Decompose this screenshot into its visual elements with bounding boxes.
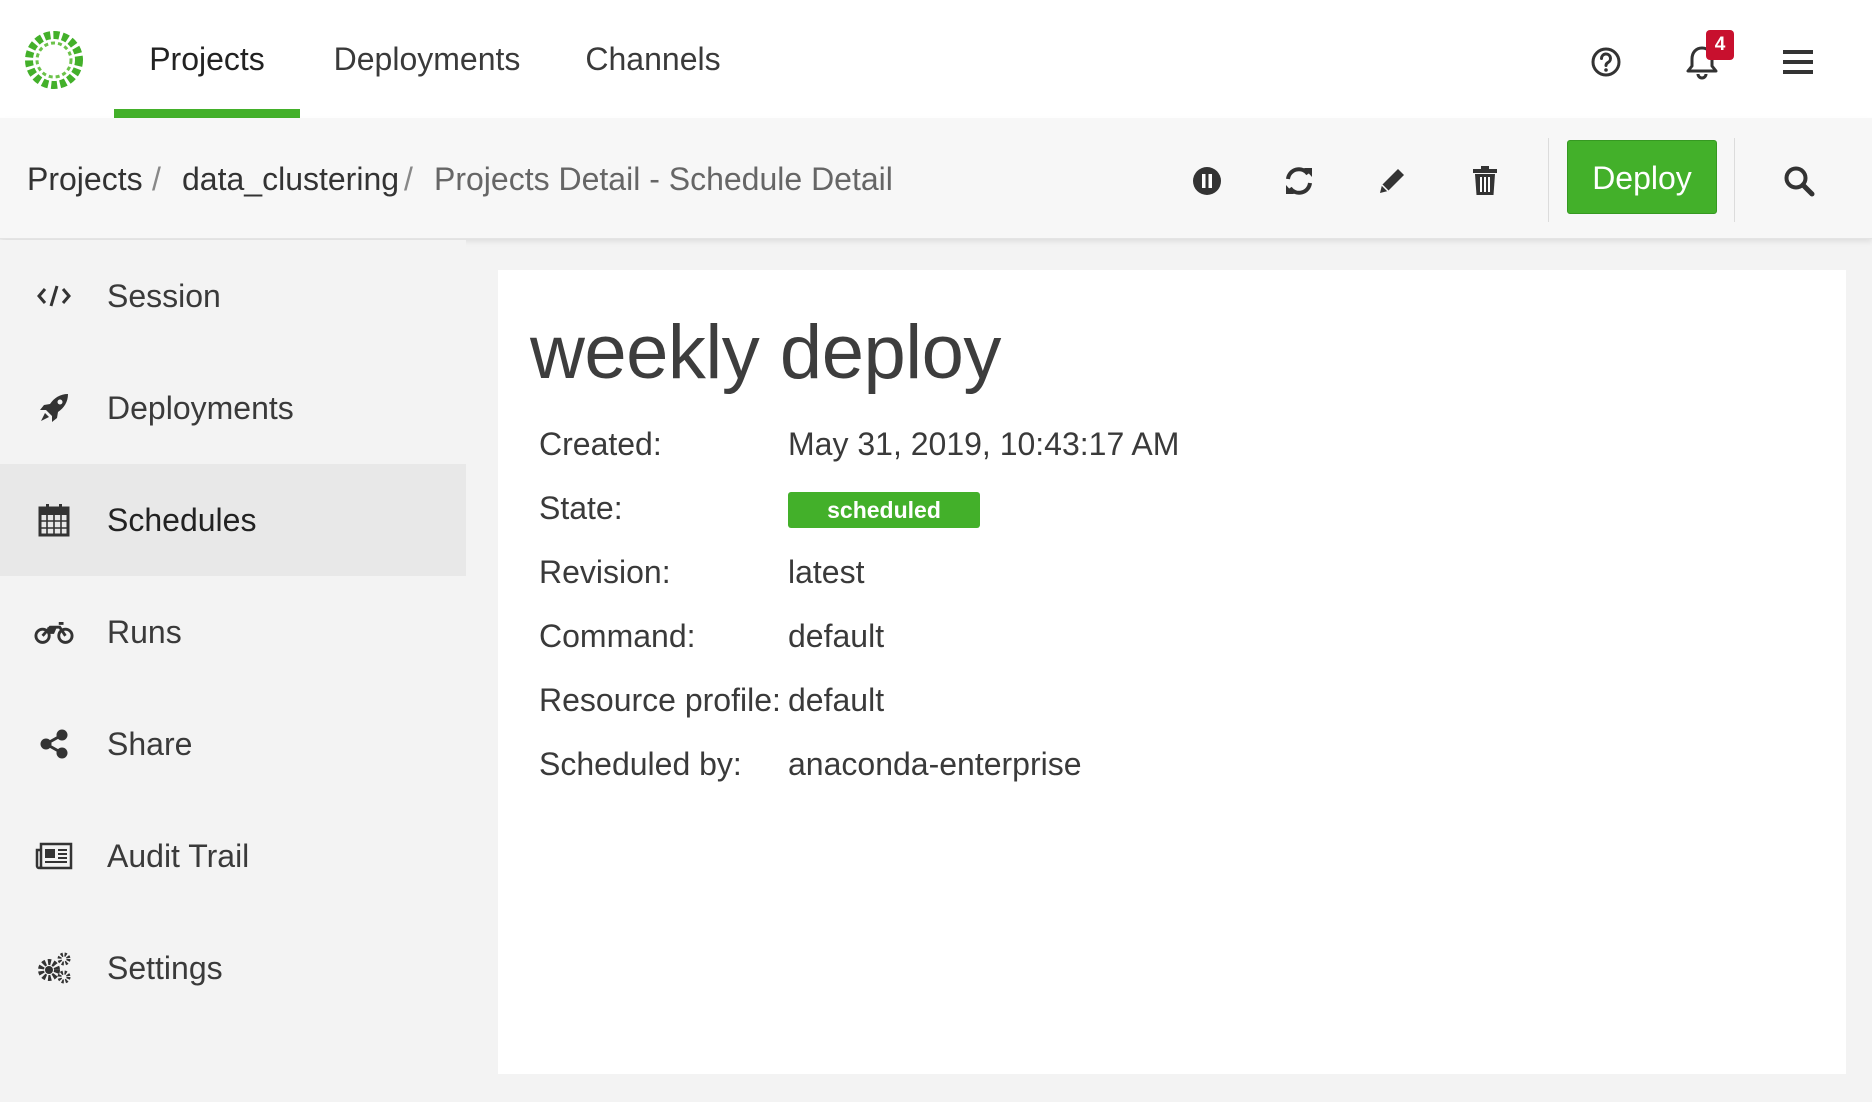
newspaper-icon bbox=[34, 836, 74, 876]
top-navbar: Projects Deployments Channels 4 bbox=[0, 0, 1872, 118]
edit-icon[interactable] bbox=[1369, 158, 1415, 204]
breadcrumb-current: Projects Detail - Schedule Detail bbox=[434, 161, 893, 197]
revision-label: Revision: bbox=[539, 554, 671, 590]
calendar-icon bbox=[34, 500, 74, 540]
sidebar-item-settings[interactable]: Settings bbox=[0, 912, 466, 1024]
resource-profile-value: default bbox=[788, 682, 885, 718]
hamburger-menu-icon[interactable] bbox=[1776, 40, 1820, 84]
trash-icon[interactable] bbox=[1462, 158, 1508, 204]
sidebar-item-audit-trail[interactable]: Audit Trail bbox=[0, 800, 466, 912]
nav-tab-channels[interactable]: Channels bbox=[580, 0, 726, 118]
sidebar-item-label: Settings bbox=[107, 950, 223, 986]
nav-tab-projects[interactable]: Projects bbox=[114, 0, 300, 118]
deploy-button[interactable]: Deploy bbox=[1567, 140, 1717, 214]
notification-badge: 4 bbox=[1706, 30, 1734, 60]
search-icon[interactable] bbox=[1776, 158, 1822, 204]
help-icon[interactable] bbox=[1584, 40, 1628, 84]
scheduled-by-label: Scheduled by: bbox=[539, 746, 742, 782]
sidebar-item-share[interactable]: Share bbox=[0, 688, 466, 800]
code-icon bbox=[34, 276, 74, 316]
command-value: default bbox=[788, 618, 885, 654]
rocket-icon bbox=[34, 388, 74, 428]
state-label: State: bbox=[539, 490, 623, 526]
share-icon bbox=[34, 724, 74, 764]
schedule-title: weekly deploy bbox=[530, 310, 1001, 395]
sidebar-item-label: Schedules bbox=[107, 502, 257, 538]
revision-value: latest bbox=[788, 554, 865, 590]
state-badge: scheduled bbox=[788, 492, 980, 528]
pause-icon[interactable] bbox=[1184, 158, 1230, 204]
breadcrumb-bar: Projects / data_clustering / Projects De… bbox=[0, 118, 1872, 239]
motorcycle-icon bbox=[34, 612, 74, 652]
created-value: May 31, 2019, 10:43:17 AM bbox=[788, 426, 1180, 462]
sidebar-item-label: Runs bbox=[107, 614, 182, 650]
resource-profile-label: Resource profile: bbox=[539, 682, 781, 718]
toolbar-divider bbox=[1734, 138, 1735, 222]
sidebar-item-label: Session bbox=[107, 278, 221, 314]
sidebar-item-label: Audit Trail bbox=[107, 838, 250, 874]
gears-icon bbox=[34, 948, 74, 988]
command-label: Command: bbox=[539, 618, 696, 654]
toolbar-divider bbox=[1548, 138, 1549, 222]
sidebar-item-deployments[interactable]: Deployments bbox=[0, 352, 466, 464]
sidebar-item-label: Share bbox=[107, 726, 193, 762]
sidebar-item-runs[interactable]: Runs bbox=[0, 576, 466, 688]
breadcrumb-projects[interactable]: Projects bbox=[27, 118, 143, 240]
breadcrumb-separator: / bbox=[152, 161, 161, 197]
scheduled-by-value: anaconda-enterprise bbox=[788, 746, 1082, 782]
sidebar-item-schedules[interactable]: Schedules bbox=[0, 464, 466, 576]
breadcrumb-separator: / bbox=[404, 161, 413, 197]
logo-icon[interactable] bbox=[20, 26, 88, 94]
sidebar-item-label: Deployments bbox=[107, 390, 294, 426]
nav-tab-deployments[interactable]: Deployments bbox=[330, 0, 524, 118]
project-sidebar: Session Deployments Schedules Runs Share… bbox=[0, 240, 466, 1102]
breadcrumb-project-name[interactable]: data_clustering bbox=[182, 118, 399, 240]
sidebar-item-session[interactable]: Session bbox=[0, 240, 466, 352]
created-label: Created: bbox=[539, 426, 662, 462]
refresh-icon[interactable] bbox=[1276, 158, 1322, 204]
